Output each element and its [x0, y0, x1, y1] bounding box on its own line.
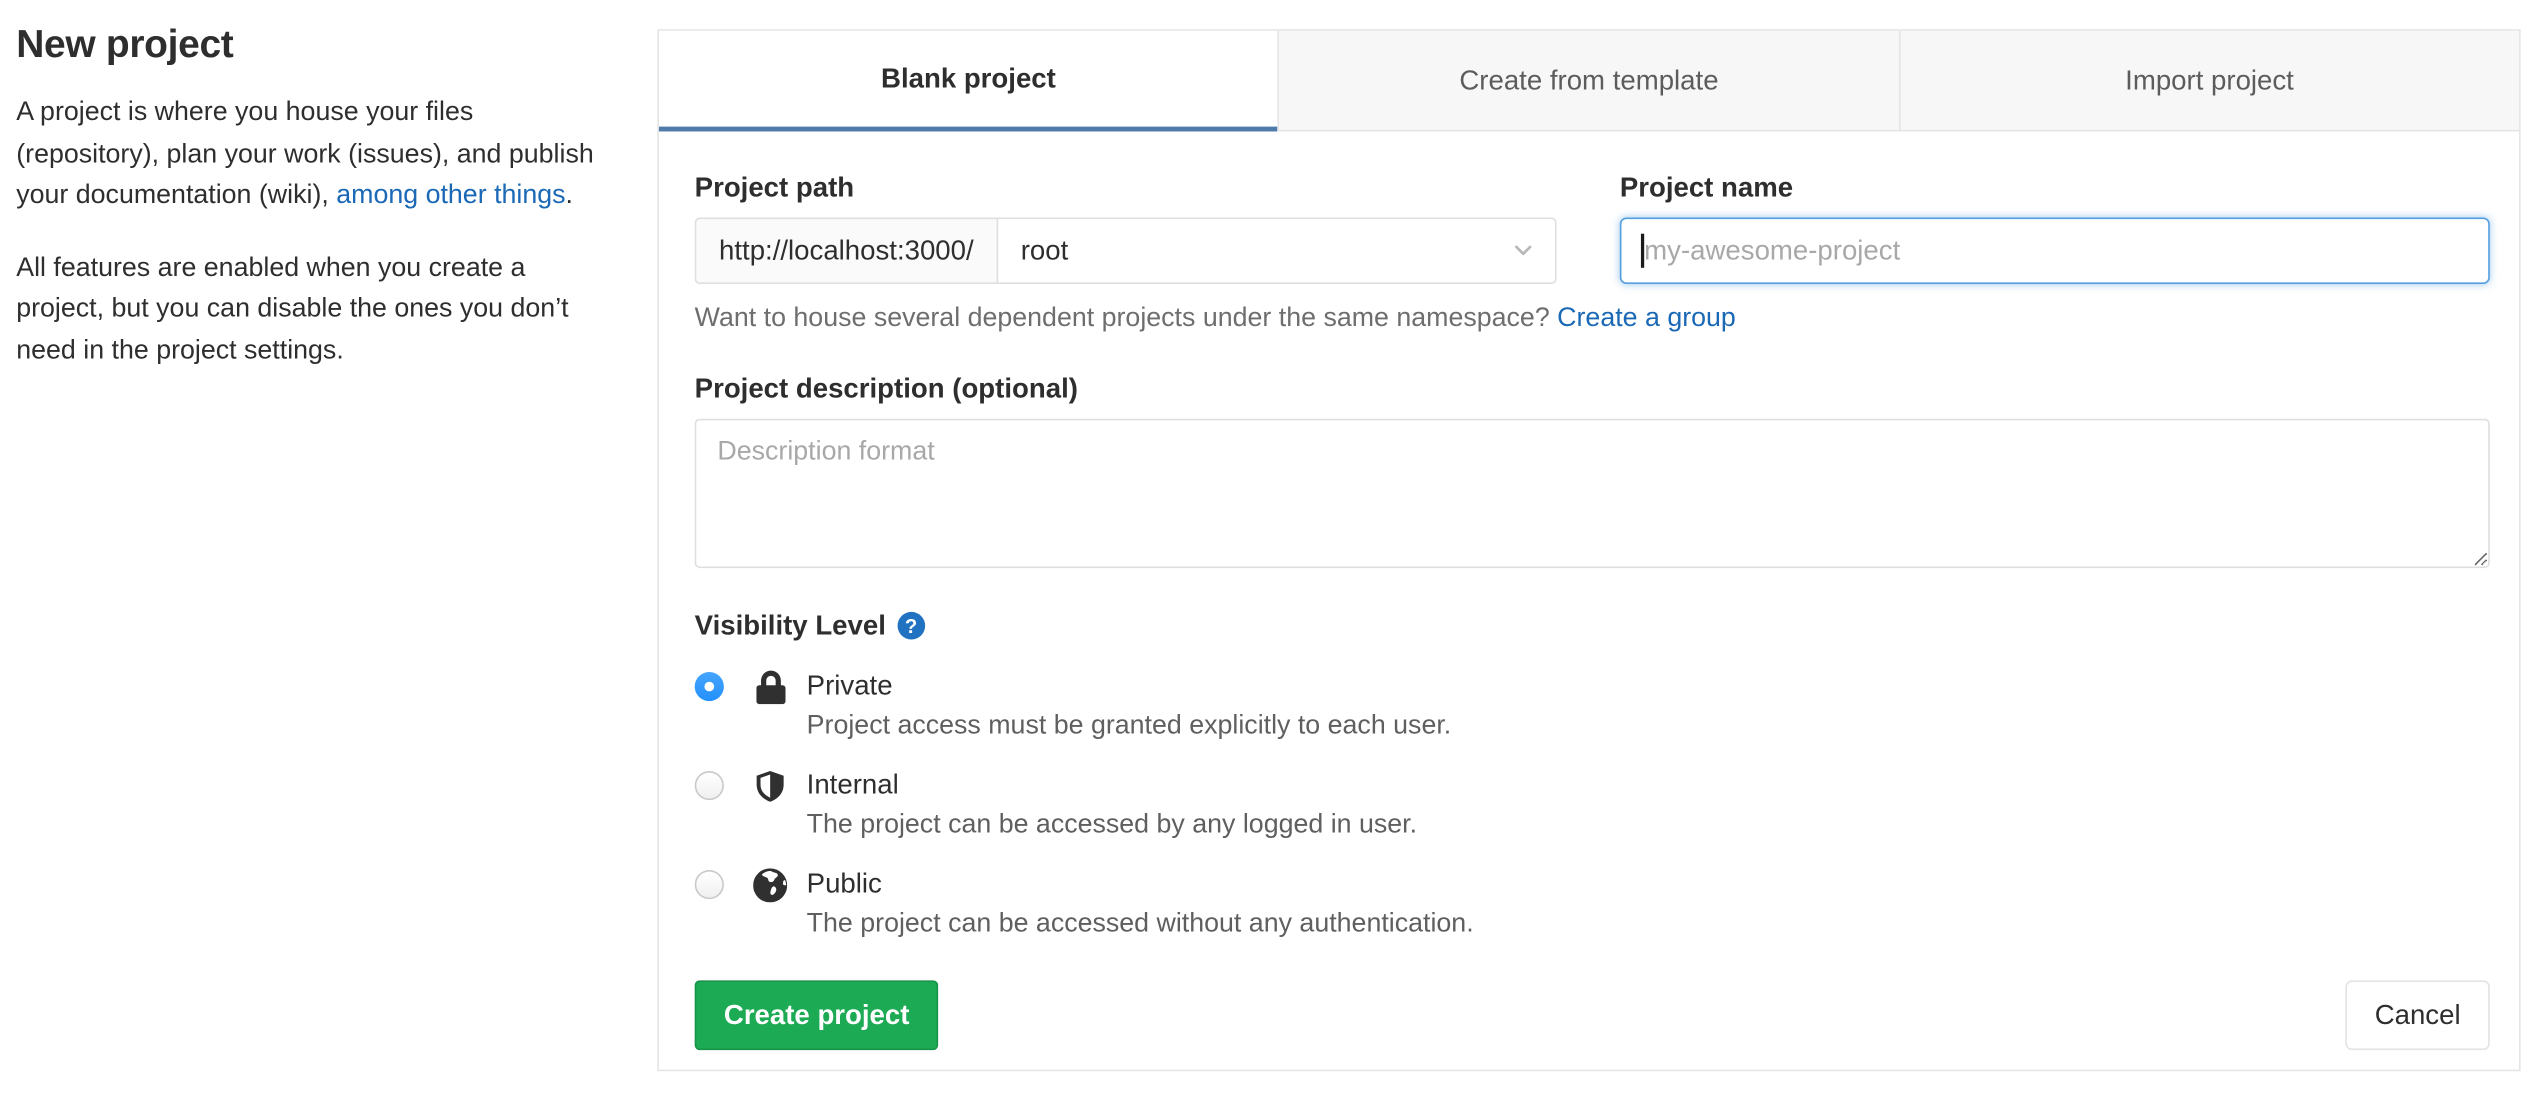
- chevron-down-icon: [1515, 245, 1532, 256]
- namespace-select[interactable]: root: [996, 217, 1557, 285]
- tab-import-project[interactable]: Import project: [1898, 30, 2519, 132]
- among-other-things-link[interactable]: among other things: [336, 180, 565, 209]
- tab-bar: Blank project Create from template Impor…: [658, 30, 2519, 132]
- shield-icon: [756, 770, 784, 802]
- public-description: The project can be accessed without any …: [806, 908, 1474, 939]
- radio-private[interactable]: [694, 671, 724, 702]
- visibility-options: Private Project access must be granted e…: [694, 667, 2490, 941]
- tab-blank-project[interactable]: Blank project: [658, 30, 1278, 132]
- project-path-label: Project path: [694, 172, 855, 203]
- globe-icon: [753, 868, 788, 903]
- project-description-textarea[interactable]: [694, 418, 2490, 569]
- visibility-option-private: Private Project access must be granted e…: [694, 667, 2490, 743]
- internal-description: The project can be accessed by any logge…: [806, 809, 1418, 840]
- visibility-level-label: Visibility Level: [694, 610, 886, 642]
- namespace-hint: Want to house several dependent projects…: [695, 300, 2490, 336]
- cancel-button[interactable]: Cancel: [2345, 980, 2490, 1051]
- url-prefix-addon: http://localhost:3000/: [694, 217, 997, 285]
- project-description-label: Project description (optional): [694, 373, 1078, 405]
- features-text: All features are enabled when you create…: [16, 252, 569, 365]
- text-caret: [1640, 233, 1644, 268]
- blank-project-form: Project path http://localhost:3000/ root…: [659, 131, 2519, 1051]
- visibility-option-public: Public The project can be accessed witho…: [694, 865, 2490, 941]
- internal-label: Internal: [806, 769, 899, 801]
- lock-icon: [755, 670, 785, 705]
- intro-text-end: .: [565, 180, 573, 210]
- page-title: New project: [16, 22, 234, 67]
- radio-internal[interactable]: [694, 770, 724, 801]
- sidebar: New project A project is where you house…: [16, 23, 597, 403]
- project-name-input[interactable]: [1619, 217, 2490, 285]
- project-intro-text: A project is where you house your files …: [16, 93, 597, 217]
- private-label: Private: [806, 670, 893, 702]
- create-group-link[interactable]: Create a group: [1557, 304, 1736, 333]
- public-label: Public: [806, 868, 882, 900]
- project-path-group: http://localhost:3000/ root: [694, 217, 1557, 285]
- radio-public[interactable]: [694, 869, 724, 900]
- private-description: Project access must be granted explicitl…: [806, 710, 1452, 741]
- namespace-hint-text: Want to house several dependent projects…: [694, 303, 1558, 333]
- tab-create-from-template[interactable]: Create from template: [1277, 30, 1899, 132]
- namespace-selected-value: root: [1020, 234, 1069, 266]
- question-circle-icon[interactable]: ?: [897, 611, 925, 640]
- new-project-panel: Blank project Create from template Impor…: [657, 29, 2521, 1072]
- project-name-label: Project name: [1619, 172, 1794, 203]
- new-project-page: New project A project is where you house…: [0, 0, 2532, 1106]
- visibility-option-internal: Internal The project can be accessed by …: [694, 766, 2490, 842]
- create-project-button[interactable]: Create project: [694, 980, 939, 1051]
